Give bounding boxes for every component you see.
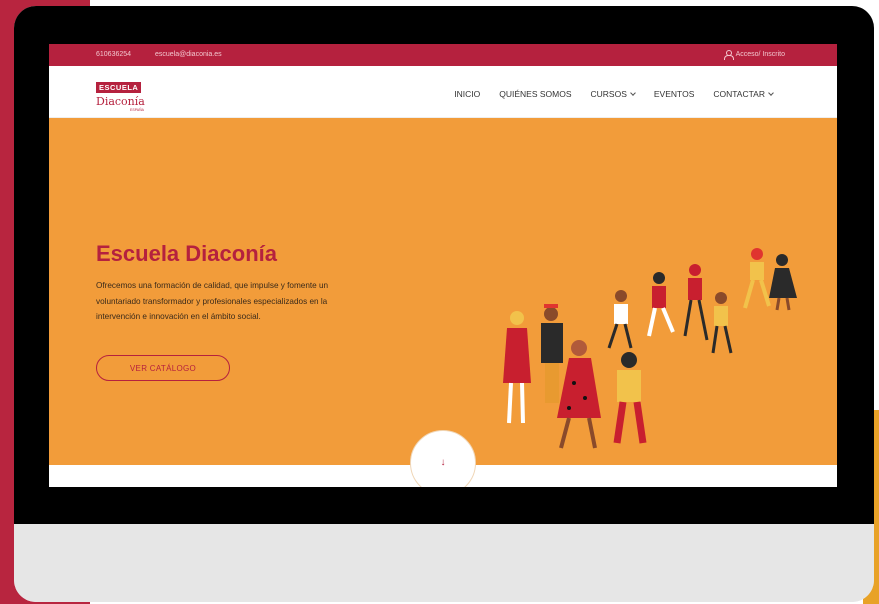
nav-item-label: CONTACTAR [713, 89, 765, 99]
nav-item-quienes-somos[interactable]: QUIÉNES SOMOS [499, 89, 571, 99]
nav-item-label: CURSOS [590, 89, 627, 99]
dancer-figure [503, 311, 531, 424]
hero-title: Escuela Diaconía [96, 241, 277, 266]
chevron-down-icon [630, 90, 636, 96]
chevron-down-icon [768, 90, 774, 96]
email-link[interactable]: escuela@diaconia.es [155, 51, 222, 58]
dancer-figure [769, 254, 797, 311]
dancer-figure [541, 304, 563, 403]
dancer-figure [557, 340, 601, 449]
website-screen: 610636254 escuela@diaconia.es Acceso/ In… [49, 44, 837, 487]
dancer-figure [683, 264, 709, 341]
dancing-people-illustration [503, 248, 797, 449]
logo-bottom-text: Diaconía [96, 95, 145, 108]
nav-item-contactar[interactable]: CONTACTAR [713, 89, 774, 99]
nav-item-label: INICIO [454, 89, 481, 99]
dancer-figure [613, 352, 647, 444]
arrow-down-icon: ↓ [440, 457, 446, 468]
logo-sub-text: ESPAÑA [130, 108, 144, 112]
hero-description: Ofrecemos una formación de calidad, que … [96, 281, 329, 321]
logo-top-text: ESCUELA [96, 82, 142, 93]
nav-item-cursos[interactable]: CURSOS [590, 89, 636, 99]
nav-item-label: EVENTOS [653, 89, 695, 99]
monitor-frame: 610636254 escuela@diaconia.es Acceso/ In… [14, 6, 874, 602]
main-navbar: ESCUELA Diaconía ESPAÑA INICIO QUIÉNES S… [49, 66, 837, 118]
user-icon [723, 50, 734, 60]
nav-item-eventos[interactable]: EVENTOS [654, 89, 694, 99]
phone-link[interactable]: 610636254 [96, 51, 131, 58]
dancer-figure [647, 272, 675, 337]
monitor-chin [14, 524, 874, 602]
top-bar: 610636254 escuela@diaconia.es Acceso/ In… [49, 44, 837, 66]
scroll-down-button[interactable]: ↓ [410, 430, 476, 487]
dancer-figure [607, 290, 633, 349]
login-link[interactable]: Acceso/ Inscrito [723, 50, 785, 60]
catalog-button[interactable]: VER CATÁLOGO [96, 355, 230, 381]
logo[interactable]: ESCUELA Diaconía ESPAÑA [96, 77, 154, 112]
nav-item-inicio[interactable]: INICIO [454, 89, 480, 99]
nav-menu: INICIO QUIÉNES SOMOS CURSOS EVENTOS CONT… [454, 89, 774, 99]
dancer-figure [743, 248, 771, 309]
nav-item-label: QUIÉNES SOMOS [499, 89, 572, 99]
login-label: Acceso/ Inscrito [735, 51, 785, 58]
hero-section: Escuela Diaconía Ofrecemos una formación… [49, 118, 837, 465]
dancer-figure [711, 292, 733, 354]
